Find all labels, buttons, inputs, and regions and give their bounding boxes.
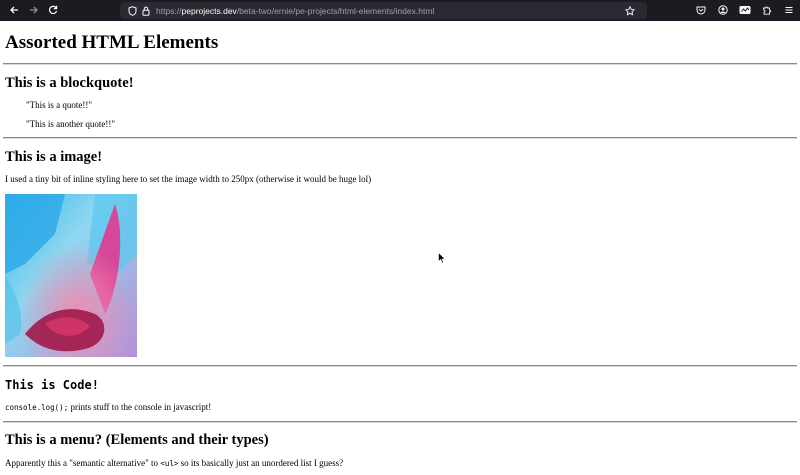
address-bar[interactable]: https://peprojects.dev/beta-two/ernie/pe… [120, 2, 647, 19]
blockquote-heading: This is a blockquote! [5, 75, 134, 91]
blockquote-quote-2: "This is another quote!!" [26, 119, 116, 129]
blockquote-quote-1: "This is a quote!!" [26, 100, 93, 110]
extension-badge-icon[interactable] [738, 3, 752, 17]
code-description-text: prints stuff to the console in javascrip… [68, 402, 212, 412]
menu-description-end: so its basically just an unordered list … [178, 458, 344, 468]
page-content: Assorted HTML Elements This is a blockqu… [0, 21, 800, 475]
divider [3, 137, 797, 139]
forward-arrow-icon[interactable] [26, 2, 42, 18]
shield-icon[interactable] [125, 4, 139, 18]
divider [3, 421, 797, 423]
account-icon[interactable] [716, 3, 730, 17]
code-description: console.log(); prints stuff to the conso… [5, 402, 211, 412]
menu-description-code: <ul> [160, 459, 179, 468]
bookmark-star-icon[interactable] [623, 4, 637, 18]
url-prefix: https:// [156, 5, 182, 16]
divider [3, 63, 797, 65]
menu-heading: This is a menu? (Elements and their type… [5, 432, 269, 448]
image-description: I used a tiny bit of inline styling here… [5, 174, 372, 184]
page-title: Assorted HTML Elements [5, 32, 219, 53]
url-path: /beta-two/ernie/pe-projects/html-element… [236, 5, 435, 16]
extensions-puzzle-icon[interactable] [760, 3, 774, 17]
abstract-painting-image [5, 194, 137, 357]
url-text: https://peprojects.dev/beta-two/ernie/pe… [156, 6, 434, 16]
hamburger-menu-icon[interactable] [782, 3, 796, 17]
back-arrow-icon[interactable] [6, 2, 22, 18]
divider [3, 365, 797, 367]
code-snippet: console.log(); [5, 403, 69, 412]
mouse-cursor-icon [438, 251, 446, 264]
lock-icon[interactable] [139, 4, 153, 18]
menu-description-start: Apparently this a "semantic alternative"… [5, 458, 161, 468]
code-heading: This is Code! [5, 378, 99, 392]
toolbar-icons [694, 3, 796, 17]
image-heading: This is a image! [5, 149, 103, 165]
url-host: peprojects.dev [181, 5, 237, 16]
reload-icon[interactable] [45, 2, 61, 18]
browser-toolbar: https://peprojects.dev/beta-two/ernie/pe… [0, 0, 800, 21]
pocket-icon[interactable] [694, 3, 708, 17]
menu-description: Apparently this a "semantic alternative"… [5, 458, 343, 468]
